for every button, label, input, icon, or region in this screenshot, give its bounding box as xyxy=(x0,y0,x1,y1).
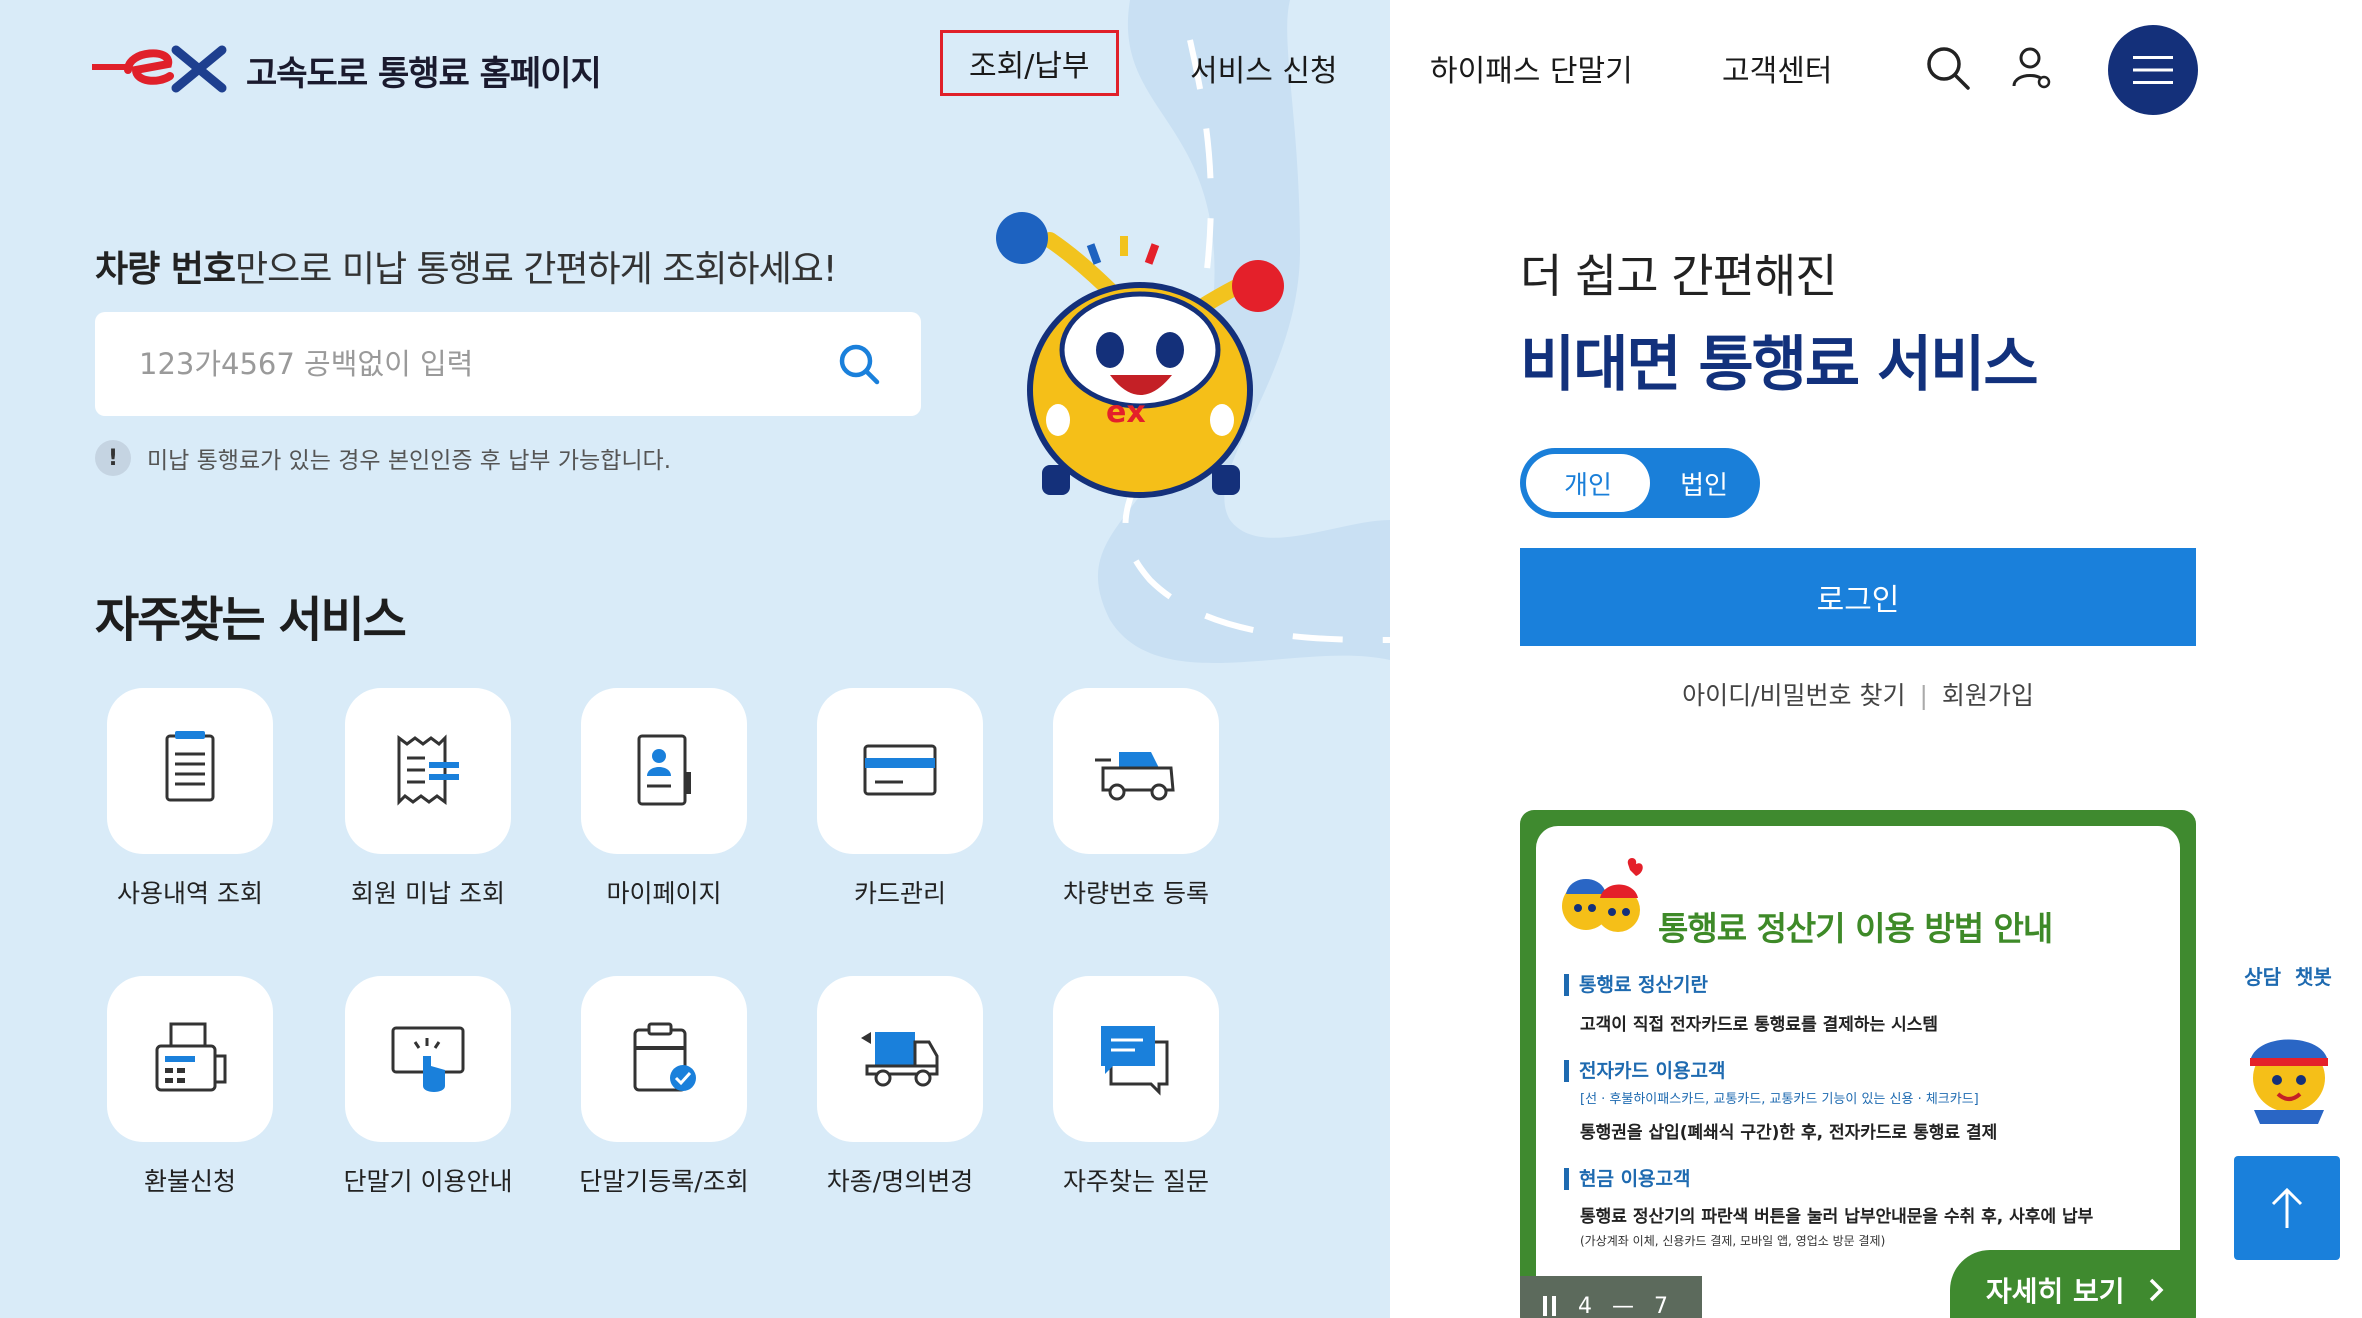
nav-inquiry-payment[interactable]: 조회/납부 xyxy=(940,30,1119,96)
link-divider: | xyxy=(1919,681,1928,710)
favorites-title: 자주찾는 서비스 xyxy=(95,592,407,648)
pause-icon[interactable] xyxy=(1542,1296,1558,1316)
scroll-top-button[interactable] xyxy=(2234,1156,2340,1260)
receipt-icon xyxy=(397,734,459,806)
notice-text: 미납 통행료가 있는 경우 본인인증 후 납부 가능합니다. xyxy=(147,448,672,474)
service-usage-history[interactable]: 사용내역 조회 xyxy=(72,688,308,910)
svg-text:ex: ex xyxy=(1106,395,1146,430)
nav-customer-center[interactable]: 고객센터 xyxy=(1722,46,1832,90)
chat-bubble-icon xyxy=(1101,1026,1169,1096)
service-tile xyxy=(345,688,511,854)
menu-button[interactable] xyxy=(2108,25,2198,115)
banner-content: 통행료 정산기 이용 방법 안내 통행료 정산기란 고객이 직접 전자카드로 통… xyxy=(1536,826,2180,1318)
ex-logo-icon xyxy=(92,45,227,93)
plate-number-input[interactable] xyxy=(139,342,819,386)
service-label: 사용내역 조회 xyxy=(117,879,263,908)
chatbot-label[interactable]: 상담 챗봇 xyxy=(2238,950,2338,1000)
login-button[interactable]: 로그인 xyxy=(1520,548,2196,646)
banner-title: 통행료 정산기 이용 방법 안내 xyxy=(1658,909,2053,948)
banner-section-heading: 전자카드 이용고객 xyxy=(1564,1060,1725,1082)
service-member-unpaid[interactable]: 회원 미납 조회 xyxy=(310,688,546,910)
banner-section-heading: 통행료 정산기란 xyxy=(1564,974,1708,996)
service-device-register[interactable]: 단말기등록/조회 xyxy=(546,976,782,1198)
signup-link[interactable]: 회원가입 xyxy=(1942,681,2034,710)
chatbot-mascot-icon[interactable] xyxy=(2234,1018,2344,1128)
service-tile xyxy=(581,688,747,854)
banner-section-text: 통행권을 삽입(폐쇄식 구간)한 후, 전자카드로 통행료 결제 xyxy=(1580,1123,1998,1143)
service-label: 카드관리 xyxy=(853,879,946,908)
card-icon xyxy=(863,744,937,796)
search-heading: 차량 번호만으로 미납 통행료 간편하게 조회하세요! xyxy=(95,240,837,292)
banner-pager: 4 — 7 xyxy=(1520,1276,1702,1318)
user-icon[interactable] xyxy=(2008,44,2056,92)
clipboard-check-icon xyxy=(633,1022,696,1092)
service-vehicle-register[interactable]: 차량번호 등록 xyxy=(1018,688,1254,910)
service-label: 단말기 이용안내 xyxy=(343,1167,513,1196)
service-tile xyxy=(1053,976,1219,1142)
member-type-toggle: 개인 법인 xyxy=(1520,448,1760,518)
banner-section-text: 고객이 직접 전자카드로 통행료를 결제하는 시스템 xyxy=(1580,1015,1939,1035)
plate-search-box xyxy=(95,312,921,416)
mascot-pair-illustration xyxy=(1562,858,1643,932)
pager-current: 4 xyxy=(1578,1293,1592,1318)
nav-hipass-device[interactable]: 하이패스 단말기 xyxy=(1430,46,1633,90)
pager-separator: — xyxy=(1612,1293,1634,1318)
promo-subtitle: 더 쉽고 간편해진 xyxy=(1520,249,1837,303)
service-tile xyxy=(1053,688,1219,854)
service-tile xyxy=(817,688,983,854)
chevron-right-icon xyxy=(2149,1278,2164,1302)
banner-section-text: 통행료 정산기의 파란색 버튼을 눌러 납부안내문을 수취 후, 사후에 납부 xyxy=(1580,1207,2094,1227)
banner-section-note: (가상계좌 이체, 신용카드 결제, 모바일 앱, 영업소 방문 결제) xyxy=(1580,1234,1886,1248)
service-label: 환불신청 xyxy=(143,1167,236,1196)
service-label: 단말기등록/조회 xyxy=(579,1167,749,1196)
plate-search-icon[interactable] xyxy=(835,340,885,390)
find-account-link[interactable]: 아이디/비밀번호 찾기 xyxy=(1682,681,1905,710)
nav-service-apply[interactable]: 서비스 신청 xyxy=(1190,46,1338,90)
search-notice: ! 미납 통행료가 있는 경우 본인인증 후 납부 가능합니다. xyxy=(95,440,671,476)
search-heading-bold: 차량 번호 xyxy=(95,249,236,290)
service-device-guide[interactable]: 단말기 이용안내 xyxy=(310,976,546,1198)
car-icon xyxy=(1095,752,1175,801)
chatbot-label-1: 상담 xyxy=(2244,964,2281,989)
login-links: 아이디/비밀번호 찾기 | 회원가입 xyxy=(1520,676,2196,712)
service-label: 회원 미납 조회 xyxy=(351,879,505,908)
mascot-car-illustration: ex xyxy=(996,212,1284,498)
service-label: 마이페이지 xyxy=(606,879,722,908)
chatbot-label-2: 챗봇 xyxy=(2295,964,2332,989)
service-tile xyxy=(345,976,511,1142)
guide-banner[interactable]: 통행료 정산기 이용 방법 안내 통행료 정산기란 고객이 직접 전자카드로 통… xyxy=(1520,810,2196,1318)
banner-more-button[interactable]: 자세히 보기 xyxy=(1950,1250,2196,1318)
site-logo[interactable]: 고속도로 통행료 홈페이지 xyxy=(92,40,602,100)
fax-icon xyxy=(155,1022,227,1092)
service-tile xyxy=(107,688,273,854)
toggle-corporate[interactable]: 법인 xyxy=(1654,454,1754,512)
hamburger-icon xyxy=(2133,56,2173,84)
service-mypage[interactable]: 마이페이지 xyxy=(546,688,782,910)
banner-more-label: 자세히 보기 xyxy=(1986,1275,2125,1308)
pager-total: 7 xyxy=(1654,1293,1668,1318)
promo-title: 비대면 통행료 서비스 xyxy=(1520,330,2039,400)
toggle-personal[interactable]: 개인 xyxy=(1526,454,1650,512)
service-label: 자주찾는 질문 xyxy=(1063,1167,1209,1196)
service-faq[interactable]: 자주찾는 질문 xyxy=(1018,976,1254,1198)
search-heading-rest: 만으로 미납 통행료 간편하게 조회하세요! xyxy=(235,249,837,290)
site-title: 고속도로 통행료 홈페이지 xyxy=(246,53,602,94)
service-label: 차종/명의변경 xyxy=(826,1167,974,1196)
service-tile xyxy=(817,976,983,1142)
service-tile xyxy=(107,976,273,1142)
search-icon[interactable] xyxy=(1924,44,1972,92)
service-label: 차량번호 등록 xyxy=(1063,879,1209,908)
profile-book-icon xyxy=(637,734,691,806)
info-icon: ! xyxy=(95,440,131,476)
banner-section-note: [선 · 후불하이패스카드, 교통카드, 교통카드 기능이 있는 신용 · 체크… xyxy=(1580,1092,1979,1107)
document-list-icon xyxy=(165,731,215,802)
service-refund[interactable]: 환불신청 xyxy=(72,976,308,1198)
service-tile xyxy=(581,976,747,1142)
service-card-management[interactable]: 카드관리 xyxy=(782,688,1018,910)
touch-screen-icon xyxy=(391,1026,465,1092)
banner-section-heading: 현금 이용고객 xyxy=(1564,1168,1691,1190)
arrow-up-icon xyxy=(2271,1187,2303,1228)
truck-change-icon xyxy=(861,1032,939,1087)
service-vehicle-change[interactable]: 차종/명의변경 xyxy=(782,976,1018,1198)
